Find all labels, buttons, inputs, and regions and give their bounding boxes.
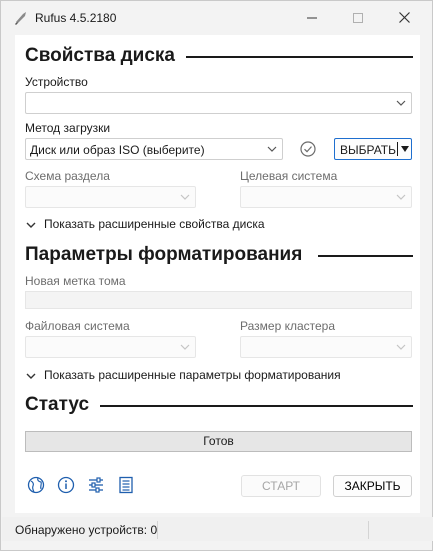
globe-icon[interactable]: [27, 476, 45, 494]
chevron-down-icon: [267, 146, 277, 152]
status-progress-bar: Готов: [25, 431, 412, 452]
minimize-button[interactable]: [297, 9, 327, 27]
chevron-down-icon: [180, 344, 190, 350]
log-icon[interactable]: [117, 476, 135, 494]
chevron-down-icon: [396, 194, 406, 200]
section-divider: [186, 56, 413, 58]
devices-found-text: Обнаружено устройств: 0: [15, 523, 158, 537]
maximize-button[interactable]: [343, 9, 373, 27]
main-panel: Свойства диска Устройство Метод загрузки…: [15, 35, 420, 513]
rufus-window: Rufus 4.5.2180 Свойства диска Устройство…: [0, 0, 433, 551]
volume-label-label: Новая метка тома: [25, 274, 126, 288]
close-icon: [398, 12, 410, 23]
select-button-label: ВЫБРАТЬ: [340, 143, 396, 157]
status-bar-divider: [157, 521, 158, 539]
check-circle-icon[interactable]: [300, 141, 316, 157]
show-advanced-format-label: Показать расширенные параметры форматиро…: [44, 368, 341, 382]
start-button[interactable]: СТАРТ: [241, 475, 321, 497]
split-divider: [397, 142, 398, 156]
target-system-select[interactable]: [240, 186, 412, 208]
cluster-size-label: Размер кластера: [240, 319, 336, 333]
target-system-label: Целевая система: [240, 169, 338, 183]
boot-method-value: Диск или образ ISO (выберите): [30, 143, 205, 157]
title-bar: Rufus 4.5.2180: [1, 1, 432, 35]
maximize-icon: [353, 13, 363, 23]
section-divider: [318, 255, 413, 257]
status-bar: Обнаружено устройств: 0: [2, 517, 433, 541]
chevron-down-icon: [180, 194, 190, 200]
settings-sliders-icon[interactable]: [87, 476, 105, 494]
status-bar-divider: [368, 521, 369, 539]
device-label: Устройство: [25, 75, 88, 89]
partition-scheme-label: Схема раздела: [25, 169, 110, 183]
filesystem-label: Файловая система: [25, 319, 130, 333]
device-select[interactable]: [25, 92, 412, 114]
show-advanced-drive-label: Показать расширенные свойства диска: [44, 217, 265, 231]
info-icon[interactable]: [57, 476, 75, 494]
volume-label-input[interactable]: [25, 291, 412, 309]
cluster-size-select[interactable]: [240, 336, 412, 358]
status-heading: Статус: [25, 394, 90, 415]
drive-properties-heading: Свойства диска: [25, 45, 175, 66]
window-title: Rufus 4.5.2180: [35, 11, 117, 25]
close-button[interactable]: ЗАКРЫТЬ: [333, 475, 412, 497]
chevron-down-icon: [396, 344, 406, 350]
close-window-button[interactable]: [389, 9, 419, 27]
boot-method-label: Метод загрузки: [25, 121, 111, 135]
minimize-icon: [307, 17, 317, 19]
rufus-app-icon: [15, 12, 26, 25]
format-options-heading: Параметры форматирования: [25, 244, 303, 265]
chevron-down-icon: [26, 373, 36, 379]
select-image-button[interactable]: ВЫБРАТЬ: [334, 138, 412, 160]
filesystem-select[interactable]: [25, 336, 196, 358]
section-divider: [100, 405, 413, 407]
chevron-down-icon: [396, 100, 406, 106]
partition-scheme-select[interactable]: [25, 186, 196, 208]
chevron-down-icon: [26, 222, 36, 228]
boot-method-select[interactable]: Диск или образ ISO (выберите): [25, 138, 283, 160]
dropdown-arrow-icon[interactable]: [401, 146, 409, 152]
